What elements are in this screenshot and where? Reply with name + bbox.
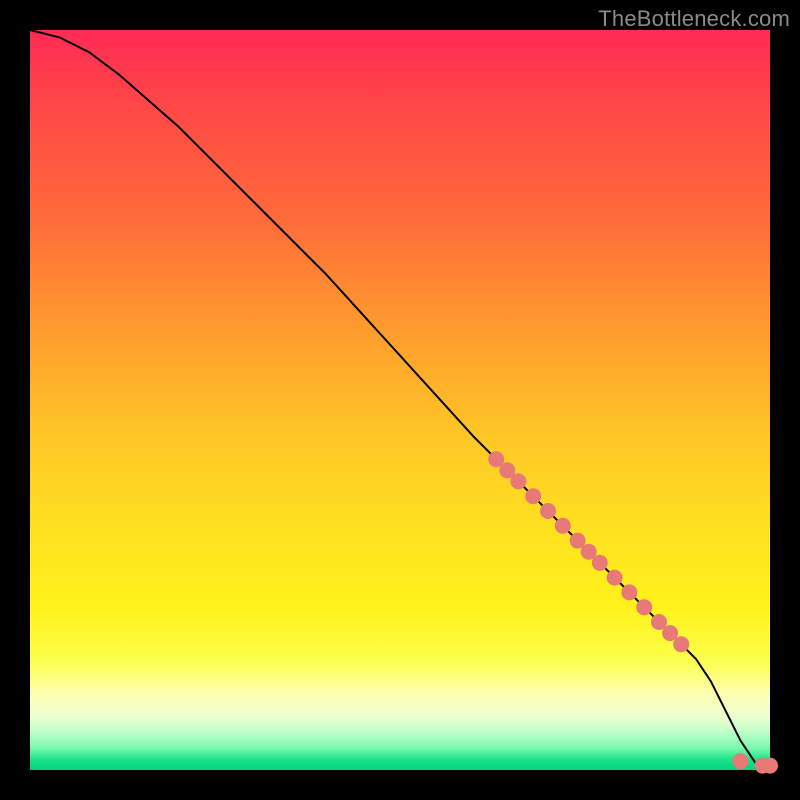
data-point (607, 570, 623, 586)
data-point (525, 488, 541, 504)
marker-group (488, 451, 778, 773)
chart-root: TheBottleneck.com (0, 0, 800, 800)
data-point (540, 503, 556, 519)
data-point (762, 758, 778, 774)
line-series-curve (30, 30, 770, 766)
data-point (673, 636, 689, 652)
data-point (510, 473, 526, 489)
data-point (621, 584, 637, 600)
data-point (636, 599, 652, 615)
data-point (555, 518, 571, 534)
data-point (592, 555, 608, 571)
attribution-text: TheBottleneck.com (598, 6, 790, 32)
chart-overlay (30, 30, 770, 770)
data-point (732, 753, 748, 769)
